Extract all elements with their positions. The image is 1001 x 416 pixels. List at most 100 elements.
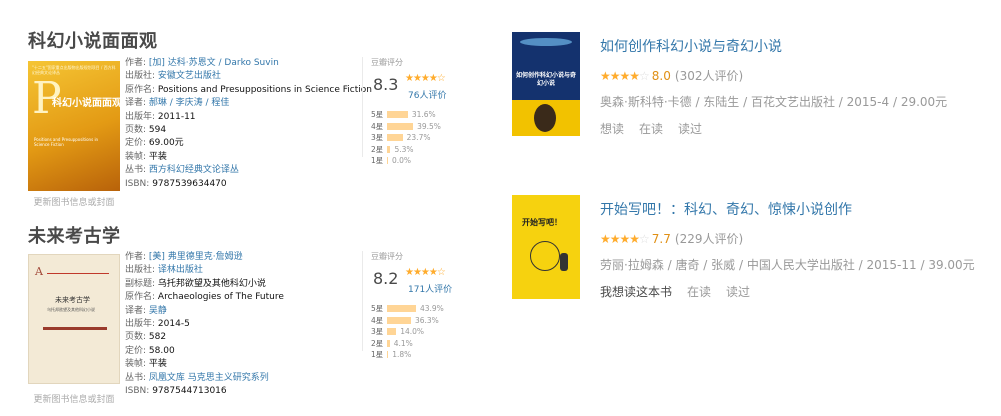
rating-percent: 5.3% bbox=[394, 144, 414, 154]
rating-bar bbox=[387, 351, 389, 359]
cover-title: 如何创作科幻小说与奇幻小说 bbox=[515, 72, 576, 87]
info-row: 装帧: 平装 bbox=[125, 358, 284, 371]
info-value-link[interactable]: 西方科幻经典文论译丛 bbox=[149, 165, 239, 175]
rating-score: 8.3 bbox=[373, 75, 399, 94]
rating-bar-row: 2星 4.1% bbox=[371, 338, 444, 350]
rating-bar bbox=[387, 122, 414, 130]
rating-distribution: 5星 43.9% 4星 36.3% 3星 14.0% 2星 4.1% 1星 1.8% bbox=[371, 303, 444, 361]
info-value-link[interactable]: 译林出版社 bbox=[158, 265, 203, 275]
cover-illustration bbox=[520, 38, 572, 46]
book-cover[interactable]: 如何创作科幻小说与奇幻小说 bbox=[512, 32, 580, 136]
book-rating: ★★★★☆ 7.7 (229人评价) bbox=[600, 230, 743, 247]
rating-bar bbox=[387, 339, 390, 347]
rating-bar bbox=[387, 134, 403, 142]
rating-percent: 23.7% bbox=[406, 133, 431, 143]
info-value-link[interactable]: 吴静 bbox=[149, 306, 167, 316]
star-level-label: 2星 bbox=[371, 338, 384, 348]
book-title-link[interactable]: 如何创作科幻小说与奇幻小说 bbox=[600, 36, 782, 56]
cover-subtitle: Positions and Presuppositions in Science… bbox=[34, 137, 99, 147]
info-value: 594 bbox=[148, 125, 167, 136]
rating-distribution: 5星 31.6% 4星 39.5% 3星 23.7% 2星 5.3% 1星 0.0% bbox=[371, 109, 441, 167]
rating-percent: 0.0% bbox=[392, 156, 412, 166]
info-row: 定价: 58.00 bbox=[125, 345, 284, 358]
book-rating: ★★★★☆ 8.0 (302人评价) bbox=[600, 67, 743, 84]
rating-bar-row: 1星 0.0% bbox=[371, 155, 441, 167]
rating-count-link[interactable]: 171人评价 bbox=[408, 282, 452, 295]
book-actions: 想读 在读 读过 bbox=[600, 120, 717, 137]
rating-label: 豆瓣评分 bbox=[371, 252, 403, 261]
info-row: 页数: 582 bbox=[125, 331, 284, 344]
cover-logo-a: A bbox=[35, 265, 43, 278]
star-level-label: 5星 bbox=[371, 110, 384, 120]
book-title: 未来考古学 bbox=[28, 226, 121, 247]
cover-illustration bbox=[530, 241, 560, 271]
rating-percent: 43.9% bbox=[419, 304, 444, 314]
cover-red-line bbox=[47, 273, 109, 274]
star-level-label: 1星 bbox=[371, 156, 384, 166]
update-cover-link[interactable]: 更新图书信息或封面 bbox=[19, 195, 129, 208]
info-label: 译者: bbox=[125, 305, 147, 316]
star-level-label: 1星 bbox=[371, 350, 384, 360]
info-label: 装帧: bbox=[125, 359, 147, 370]
info-label: 出版年: bbox=[125, 319, 156, 330]
rating-bar bbox=[387, 145, 391, 153]
rating-count-link[interactable]: 76人评价 bbox=[408, 88, 446, 101]
info-value: 平装 bbox=[148, 359, 167, 370]
book-cover[interactable]: A 未来考古学 乌托邦欲望及其他科幻小说 bbox=[28, 254, 120, 384]
rating-bar bbox=[387, 305, 416, 313]
star-level-label: 2星 bbox=[371, 144, 384, 154]
reading-button[interactable]: 在读 bbox=[687, 285, 711, 299]
info-row: 副标题: 乌托邦欲望及其他科幻小说 bbox=[125, 278, 284, 291]
rating-bar-row: 3星 23.7% bbox=[371, 132, 441, 144]
info-value: Positions and Presuppositions in Science… bbox=[157, 84, 372, 95]
info-label: ISBN: bbox=[125, 386, 150, 397]
info-value-link[interactable]: [加] 达科·苏恩文 / Darko Suvin bbox=[149, 58, 279, 68]
book-publication-info: 劳丽·拉姆森 / 唐奇 / 张威 / 中国人民大学出版社 / 2015-11 /… bbox=[600, 258, 975, 272]
info-row: 出版年: 2014-5 bbox=[125, 318, 284, 331]
info-label: 原作名: bbox=[125, 84, 156, 95]
info-value: 平装 bbox=[148, 151, 167, 162]
info-row: ISBN: 9787539634470 bbox=[125, 178, 372, 191]
rating-percent: 31.6% bbox=[411, 110, 436, 120]
info-row: 页数: 594 bbox=[125, 124, 372, 137]
book-cover[interactable]: 开始写吧！ bbox=[512, 195, 580, 299]
rating-score: 7.7 bbox=[651, 232, 671, 246]
rating-bar-row: 5星 43.9% bbox=[371, 303, 444, 315]
info-value: Archaeologies of The Future bbox=[157, 292, 284, 303]
book-title: 科幻小说面面观 bbox=[28, 31, 158, 52]
info-label: 定价: bbox=[125, 345, 147, 356]
reading-button[interactable]: 在读 bbox=[639, 122, 663, 136]
info-label: 出版社: bbox=[125, 71, 156, 82]
cover-portrait bbox=[512, 100, 580, 136]
book-publication-info: 奥森·斯科特·卡德 / 东陆生 / 百花文艺出版社 / 2015-4 / 29.… bbox=[600, 95, 948, 109]
rating-bar bbox=[387, 328, 397, 336]
info-row: 出版年: 2011-11 bbox=[125, 111, 372, 124]
rating-bar-row: 5星 31.6% bbox=[371, 109, 441, 121]
rating-count: (302人评价) bbox=[674, 69, 744, 83]
info-label: 出版社: bbox=[125, 265, 156, 276]
read-button[interactable]: 读过 bbox=[678, 122, 702, 136]
info-row: 丛书: 凤凰文库 马克思主义研究系列 bbox=[125, 372, 284, 385]
rating-percent: 36.3% bbox=[414, 315, 439, 325]
read-button[interactable]: 读过 bbox=[726, 285, 750, 299]
info-value-link[interactable]: 安徽文艺出版社 bbox=[158, 71, 221, 81]
book-cover[interactable]: "十二五"国家重点出版物出版规划项目 / 西方科幻经典文论译丛 P 科幻小说面面… bbox=[28, 61, 122, 191]
info-row: 原作名: Archaeologies of The Future bbox=[125, 291, 284, 304]
star-level-label: 3星 bbox=[371, 133, 384, 143]
rating-percent: 14.0% bbox=[400, 327, 425, 337]
update-cover-link[interactable]: 更新图书信息或封面 bbox=[19, 392, 129, 405]
want-to-read-button[interactable]: 想读 bbox=[600, 122, 624, 136]
rating-bar-row: 3星 14.0% bbox=[371, 326, 444, 338]
info-value: 9787544713016 bbox=[152, 386, 227, 397]
cover-bar bbox=[43, 327, 107, 330]
info-label: ISBN: bbox=[125, 178, 150, 189]
book-title-link[interactable]: 开始写吧！：科幻、奇幻、惊悚小说创作 bbox=[600, 199, 852, 219]
info-value-link[interactable]: 郝琳 / 李庆涛 / 程佳 bbox=[149, 98, 230, 108]
want-to-read-button[interactable]: 我想读这本书 bbox=[600, 285, 672, 299]
info-value-link[interactable]: [美] 弗里德里克·詹姆逊 bbox=[149, 252, 243, 262]
info-label: 作者: bbox=[125, 58, 147, 68]
info-value-link[interactable]: 凤凰文库 马克思主义研究系列 bbox=[149, 373, 269, 383]
rating-box: 豆瓣评分 8.2 ★★★★☆ 171人评价 5星 43.9% 4星 36.3% 3星 14… bbox=[362, 251, 492, 359]
info-label: 出版年: bbox=[125, 111, 156, 122]
info-label: 丛书: bbox=[125, 165, 147, 176]
